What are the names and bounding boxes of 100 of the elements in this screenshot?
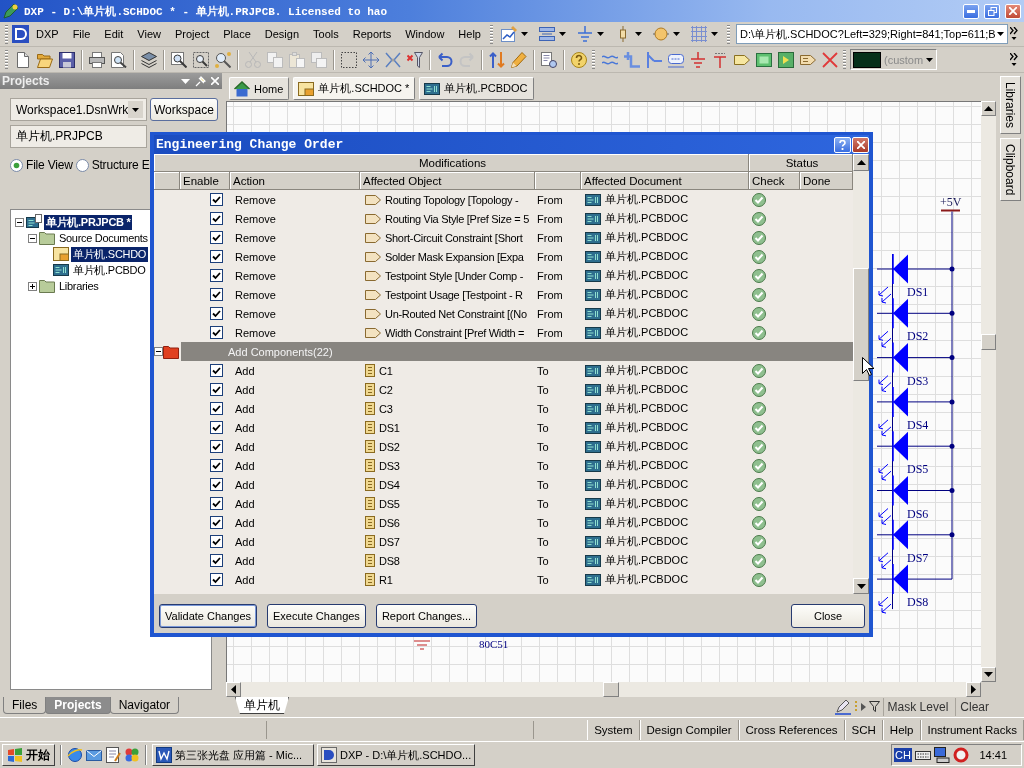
checkbox[interactable] bbox=[210, 288, 223, 301]
dropdown-caret-icon[interactable] bbox=[559, 32, 566, 36]
checkbox[interactable] bbox=[210, 326, 223, 339]
menu-item[interactable]: View bbox=[130, 24, 168, 44]
play-square-icon[interactable] bbox=[778, 51, 794, 68]
sheet-tab[interactable]: 单片机 bbox=[235, 697, 289, 714]
side-tab[interactable]: Clipboard bbox=[999, 138, 1021, 202]
menu-item[interactable]: Place bbox=[216, 24, 258, 44]
mask-level-button[interactable]: Mask Level bbox=[882, 697, 953, 716]
menu-item[interactable]: Tools bbox=[306, 24, 346, 44]
dropdown-caret-icon[interactable] bbox=[997, 32, 1004, 36]
column-header[interactable]: Affected Object bbox=[360, 172, 535, 190]
menu-item[interactable]: Help bbox=[451, 24, 488, 44]
panel-button[interactable]: Instrument Racks bbox=[920, 719, 1024, 740]
column-header[interactable]: Enable bbox=[180, 172, 230, 190]
printer-icon[interactable] bbox=[89, 51, 105, 68]
close-button[interactable] bbox=[852, 136, 869, 153]
menu-item[interactable]: Reports bbox=[345, 24, 399, 44]
column-header[interactable]: Action bbox=[230, 172, 360, 190]
panel-button[interactable]: Cross References bbox=[738, 719, 845, 740]
rounded-tag-icon[interactable] bbox=[668, 51, 684, 68]
checkbox[interactable] bbox=[210, 554, 223, 567]
tree-item[interactable]: 单片机.SCHDO bbox=[71, 246, 149, 262]
scroll-right-button[interactable] bbox=[966, 682, 981, 697]
panel-tab[interactable]: Navigator bbox=[109, 697, 180, 714]
computer-icon[interactable] bbox=[933, 747, 950, 763]
print-preview-icon[interactable] bbox=[111, 51, 127, 68]
minus-box-icon[interactable] bbox=[154, 347, 163, 356]
close-button[interactable] bbox=[1005, 3, 1021, 19]
vertical-scrollbar[interactable] bbox=[981, 101, 996, 682]
four-dots-icon[interactable] bbox=[124, 747, 140, 763]
radio-label[interactable]: File View bbox=[26, 158, 73, 172]
clear-button[interactable]: Clear bbox=[955, 697, 993, 716]
document-tab[interactable]: Home bbox=[229, 77, 290, 100]
project-field[interactable]: 单片机.PRJPCB bbox=[10, 125, 147, 148]
stacked-bars-icon[interactable] bbox=[539, 26, 555, 42]
dropdown-caret-icon[interactable] bbox=[673, 32, 680, 36]
workspace-button[interactable]: Workspace bbox=[150, 98, 218, 121]
scroll-thumb[interactable] bbox=[981, 334, 996, 350]
magnifier-sparkle-icon[interactable] bbox=[215, 51, 231, 68]
document-circle-icon[interactable] bbox=[541, 51, 557, 68]
tree-item[interactable]: 单片机.PCBDO bbox=[71, 262, 148, 278]
start-button[interactable]: 开始 bbox=[2, 744, 55, 766]
minimize-button[interactable] bbox=[963, 3, 979, 19]
panel-button[interactable]: SCH bbox=[844, 719, 883, 740]
column-header[interactable] bbox=[535, 172, 581, 190]
checkbox[interactable] bbox=[210, 364, 223, 377]
column-header[interactable]: Done bbox=[800, 172, 853, 190]
minus-box-icon[interactable] bbox=[28, 233, 37, 243]
checkbox[interactable] bbox=[210, 193, 223, 206]
scroll-up-button[interactable] bbox=[853, 154, 869, 171]
grip-handle-icon[interactable] bbox=[843, 50, 846, 69]
scroll-left-button[interactable] bbox=[226, 682, 241, 697]
tree-item[interactable]: Libraries bbox=[57, 278, 101, 294]
menu-item[interactable]: File bbox=[65, 24, 98, 44]
menu-item[interactable]: Edit bbox=[97, 24, 131, 44]
highlighter-pen-icon[interactable] bbox=[834, 698, 851, 715]
checkbox[interactable] bbox=[210, 573, 223, 586]
checkbox[interactable] bbox=[210, 402, 223, 415]
group-header[interactable]: Add Components(22) bbox=[181, 342, 853, 361]
tree-item[interactable]: Source Documents bbox=[57, 230, 150, 246]
close-dialog-button[interactable]: Close bbox=[791, 604, 865, 628]
dropdown-caret-icon[interactable] bbox=[521, 32, 528, 36]
notepad-icon[interactable] bbox=[105, 747, 121, 763]
dropdown-caret-icon[interactable] bbox=[926, 57, 934, 62]
pin-icon[interactable] bbox=[195, 75, 206, 87]
checkbox[interactable] bbox=[210, 250, 223, 263]
help-button[interactable] bbox=[834, 136, 851, 153]
menu-item[interactable]: Design bbox=[257, 24, 306, 44]
vertical-scrollbar[interactable] bbox=[853, 154, 869, 594]
dotted-grip-icon[interactable] bbox=[853, 699, 858, 714]
undo-icon[interactable] bbox=[437, 51, 453, 68]
pencil-icon[interactable] bbox=[511, 51, 527, 68]
menu-item[interactable]: Project bbox=[168, 24, 217, 44]
cross-icon[interactable] bbox=[822, 51, 838, 68]
crossed-lines-icon[interactable] bbox=[385, 51, 401, 68]
menu-item[interactable]: DXP bbox=[29, 24, 66, 44]
panel-button[interactable]: Design Compiler bbox=[639, 719, 739, 740]
panel-tab[interactable]: Files bbox=[3, 697, 47, 714]
panel-button[interactable]: System bbox=[587, 719, 640, 740]
dialog-button[interactable]: Report Changes... bbox=[375, 604, 478, 628]
plus-box-icon[interactable] bbox=[28, 281, 37, 291]
funnel-icon[interactable] bbox=[868, 701, 880, 712]
scroll-up-button[interactable] bbox=[981, 101, 996, 116]
tree-item[interactable]: 单片机.PRJPCB * bbox=[44, 214, 133, 230]
taskbar-button[interactable]: DXP - D:\单片机.SCHDO... bbox=[317, 744, 475, 766]
ground-icon[interactable] bbox=[690, 51, 706, 68]
checkbox[interactable] bbox=[210, 478, 223, 491]
triangle-right-icon[interactable] bbox=[860, 702, 866, 711]
scroll-thumb[interactable] bbox=[603, 682, 619, 697]
checkbox[interactable] bbox=[210, 535, 223, 548]
workspace-combobox[interactable]: Workspace1.DsnWrk bbox=[10, 98, 147, 121]
dropdown-caret-icon[interactable] bbox=[635, 32, 642, 36]
dashed-rectangle-icon[interactable] bbox=[341, 51, 357, 68]
panel-button[interactable]: Help bbox=[882, 719, 921, 740]
checkbox[interactable] bbox=[210, 459, 223, 472]
chevron-icon[interactable] bbox=[1010, 27, 1018, 41]
close-icon[interactable] bbox=[211, 77, 219, 85]
dropdown-caret-icon[interactable] bbox=[597, 32, 604, 36]
grip-handle-icon[interactable] bbox=[5, 24, 8, 44]
